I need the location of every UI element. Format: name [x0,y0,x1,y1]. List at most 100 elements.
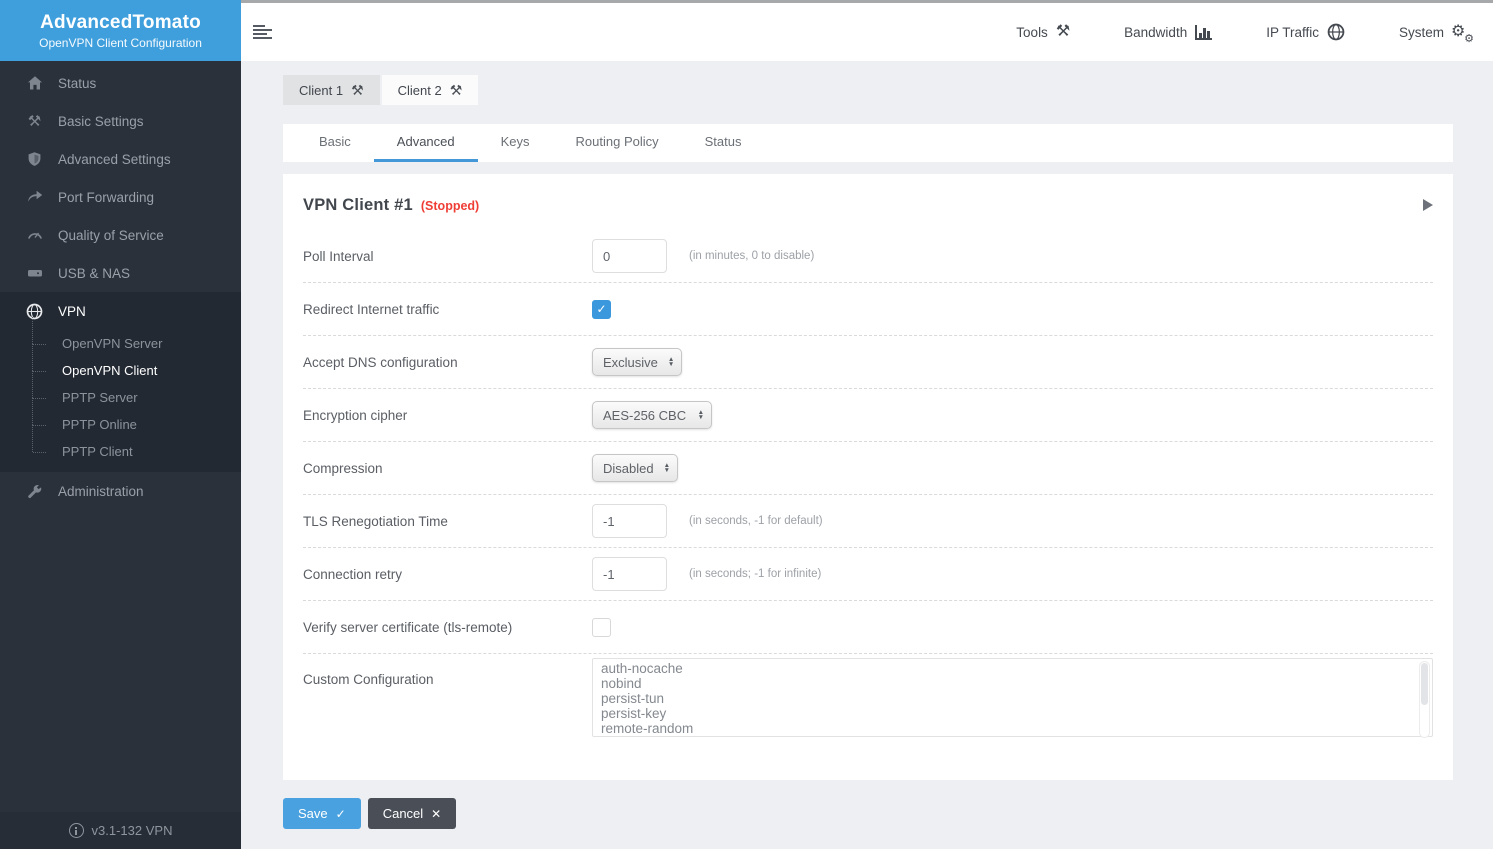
field-hint: (in minutes, 0 to disable) [689,250,814,262]
nav-label: IP Traffic [1266,25,1319,40]
tab-keys[interactable]: Keys [478,124,553,162]
tab-label: Client 2 [398,83,442,98]
sidebar-item-administration[interactable]: Administration [0,472,241,510]
field-label: Accept DNS configuration [303,355,592,370]
textarea-scrollbar[interactable] [1419,661,1430,738]
form-row-tls-renegotiation: TLS Renegotiation Time (in seconds, -1 f… [303,495,1433,548]
sidebar-item-usb-nas[interactable]: USB & NAS [0,254,241,292]
poll-interval-input[interactable] [592,239,667,273]
tab-label: Client 1 [299,83,343,98]
tools-icon: ⚒ [351,82,364,99]
app-title: AdvancedTomato [40,12,201,34]
redirect-internet-traffic-checkbox[interactable]: ✓ [592,300,611,319]
cancel-button[interactable]: Cancel ✕ [368,798,457,829]
tls-renegotiation-input[interactable] [592,504,667,538]
home-icon [26,75,43,92]
select-value: AES-256 CBC [603,408,686,423]
nav-label: Bandwidth [1124,25,1187,40]
tree-connector [32,425,48,452]
connection-retry-input[interactable] [592,557,667,591]
sidebar-subitem-label: PPTP Client [62,444,133,459]
check-icon: ✓ [336,807,346,821]
encryption-cipher-select[interactable]: AES-256 CBC ▲▼ [592,401,712,429]
form-row-compression: Compression Disabled ▲▼ [303,442,1433,495]
status-badge: (Stopped) [421,197,479,213]
version-text: v3.1-132 VPN [92,823,173,838]
tree-connector [32,317,48,344]
compression-select[interactable]: Disabled ▲▼ [592,454,678,482]
tab-client-1[interactable]: Client 1 ⚒ [283,75,380,105]
nav-label: System [1399,25,1444,40]
save-button[interactable]: Save ✓ [283,798,361,829]
select-arrows-icon: ▲▼ [664,463,670,474]
field-hint: (in seconds, -1 for default) [689,515,823,527]
sidebar-item-status[interactable]: Status [0,64,241,102]
top-header: Tools ⚒ Bandwidth IP Traffic System ⚙ [241,0,1493,61]
accept-dns-select[interactable]: Exclusive ▲▼ [592,348,682,376]
sidebar-item-label: Quality of Service [58,228,164,243]
tab-client-2[interactable]: Client 2 ⚒ [382,75,479,105]
select-arrows-icon: ▲▼ [668,357,674,368]
sidebar-item-quality-of-service[interactable]: Quality of Service [0,216,241,254]
form-row-accept-dns: Accept DNS configuration Exclusive ▲▼ [303,336,1433,389]
sidebar-group-vpn: VPN OpenVPN Server OpenVPN Client PPTP S… [0,292,241,472]
sidebar-item-port-forwarding[interactable]: Port Forwarding [0,178,241,216]
custom-config-wrapper: auth-nocache nobind persist-tun persist-… [592,658,1433,742]
form-row-encryption-cipher: Encryption cipher AES-256 CBC ▲▼ [303,389,1433,442]
sidebar-item-label: Advanced Settings [58,152,171,167]
save-label: Save [298,806,328,821]
sidebar-item-label: Administration [58,484,144,499]
sidebar-subitem-label: OpenVPN Server [62,336,162,351]
menu-toggle-icon[interactable] [253,25,273,39]
wrench-icon [26,483,43,500]
shield-icon [26,151,43,168]
start-client-icon[interactable] [1423,199,1433,211]
close-icon: ✕ [431,807,441,821]
nav-label: Tools [1016,25,1048,40]
tree-connector [32,398,48,425]
sidebar-item-pptp-client[interactable]: PPTP Client [0,438,241,465]
sidebar-item-label: Port Forwarding [58,190,154,205]
content-area: Client 1 ⚒ Client 2 ⚒ Basic Advanced Key… [241,61,1493,849]
tab-advanced[interactable]: Advanced [374,124,478,162]
sidebar-subitem-label: PPTP Online [62,417,137,432]
form-row-verify-certificate: Verify server certificate (tls-remote) ✓ [303,601,1433,654]
nav-system[interactable]: System ⚙⚙ [1399,23,1472,41]
verify-certificate-checkbox[interactable]: ✓ [592,618,611,637]
app-root: AdvancedTomato OpenVPN Client Configurat… [0,0,1493,849]
main-area: Tools ⚒ Bandwidth IP Traffic System ⚙ [241,0,1493,849]
sidebar-item-advanced-settings[interactable]: Advanced Settings [0,140,241,178]
vpn-client-panel: VPN Client #1 (Stopped) Poll Interval (i… [283,174,1453,780]
select-arrows-icon: ▲▼ [698,410,704,421]
sidebar-item-label: Basic Settings [58,114,144,129]
check-icon: ✓ [596,303,606,315]
form-actions: Save ✓ Cancel ✕ [283,798,1453,829]
tab-routing-policy[interactable]: Routing Policy [553,124,682,162]
select-value: Disabled [603,461,654,476]
tab-basic[interactable]: Basic [296,124,374,162]
sidebar-subitem-label: PPTP Server [62,390,138,405]
field-hint: (in seconds; -1 for infinite) [689,568,821,580]
scrollbar-thumb[interactable] [1421,663,1428,705]
version-footer: v3.1-132 VPN [0,812,241,849]
tab-status[interactable]: Status [682,124,765,162]
field-label: Compression [303,461,592,476]
custom-config-textarea[interactable]: auth-nocache nobind persist-tun persist-… [592,658,1433,737]
info-icon [69,823,84,838]
tree-connector [32,371,48,398]
nav-bandwidth[interactable]: Bandwidth [1124,25,1212,40]
panel-title: VPN Client #1 [303,196,413,215]
tools-icon: ⚒ [1056,24,1070,40]
nav-tools[interactable]: Tools ⚒ [1016,24,1070,40]
sidebar: AdvancedTomato OpenVPN Client Configurat… [0,0,241,849]
form-row-poll-interval: Poll Interval (in minutes, 0 to disable) [303,230,1433,283]
field-label: Encryption cipher [303,408,592,423]
sidebar-item-label: USB & NAS [58,266,130,281]
nav-ip-traffic[interactable]: IP Traffic [1266,23,1345,41]
tools-icon: ⚒ [26,112,43,130]
sidebar-item-basic-settings[interactable]: ⚒ Basic Settings [0,102,241,140]
select-value: Exclusive [603,355,658,370]
app-logo[interactable]: AdvancedTomato OpenVPN Client Configurat… [0,0,241,61]
form-row-redirect-traffic: Redirect Internet traffic ✓ [303,283,1433,336]
field-label: Connection retry [303,567,592,582]
